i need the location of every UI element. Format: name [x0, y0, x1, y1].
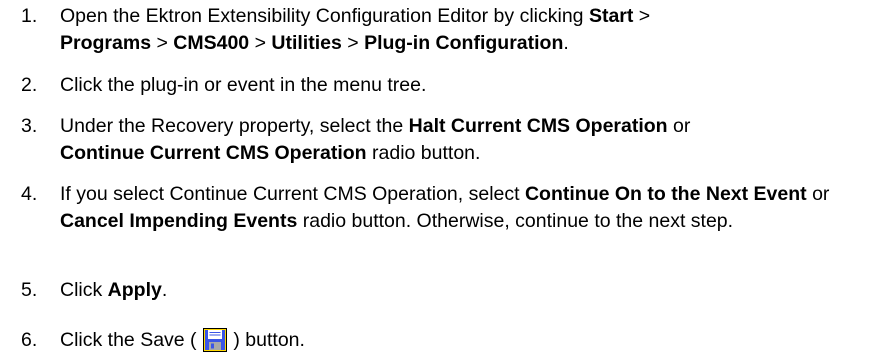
step-number: 3.: [21, 115, 38, 137]
option-continue-next-event: Continue On to the Next Event: [524, 183, 807, 205]
save-icon: [202, 328, 227, 352]
step-number: 5.: [21, 279, 38, 301]
instruction-list: 1. Open the Ektron Extensibility Configu…: [0, 0, 885, 361]
step-text: Click Apply.: [60, 279, 168, 301]
step-number: 4.: [21, 183, 38, 205]
step-number: 2.: [21, 74, 38, 96]
menu-start: Start: [588, 5, 634, 27]
menu-plugin-configuration: Plug-in Configuration: [364, 32, 564, 54]
menu-programs: Programs: [60, 32, 152, 54]
step-text: Open the Ektron Extensibility Configurat…: [60, 5, 651, 54]
step-number: 6.: [21, 329, 38, 351]
step-text: Under the Recovery property, select the …: [60, 115, 691, 164]
option-continue-current: Continue Current CMS Operation: [60, 142, 367, 164]
option-cancel-impending: Cancel Impending Events: [60, 210, 298, 232]
menu-utilities: Utilities: [271, 32, 342, 54]
step-text: If you select Continue Current CMS Opera…: [60, 183, 830, 232]
step-number: 1.: [21, 5, 38, 27]
step-text: Click the Save ( ) button.: [60, 328, 305, 352]
apply-label: Apply: [107, 279, 162, 301]
step-text: Click the plug-in or event in the menu t…: [60, 74, 427, 96]
option-halt-current: Halt Current CMS Operation: [408, 115, 668, 137]
menu-cms400: CMS400: [173, 32, 250, 54]
